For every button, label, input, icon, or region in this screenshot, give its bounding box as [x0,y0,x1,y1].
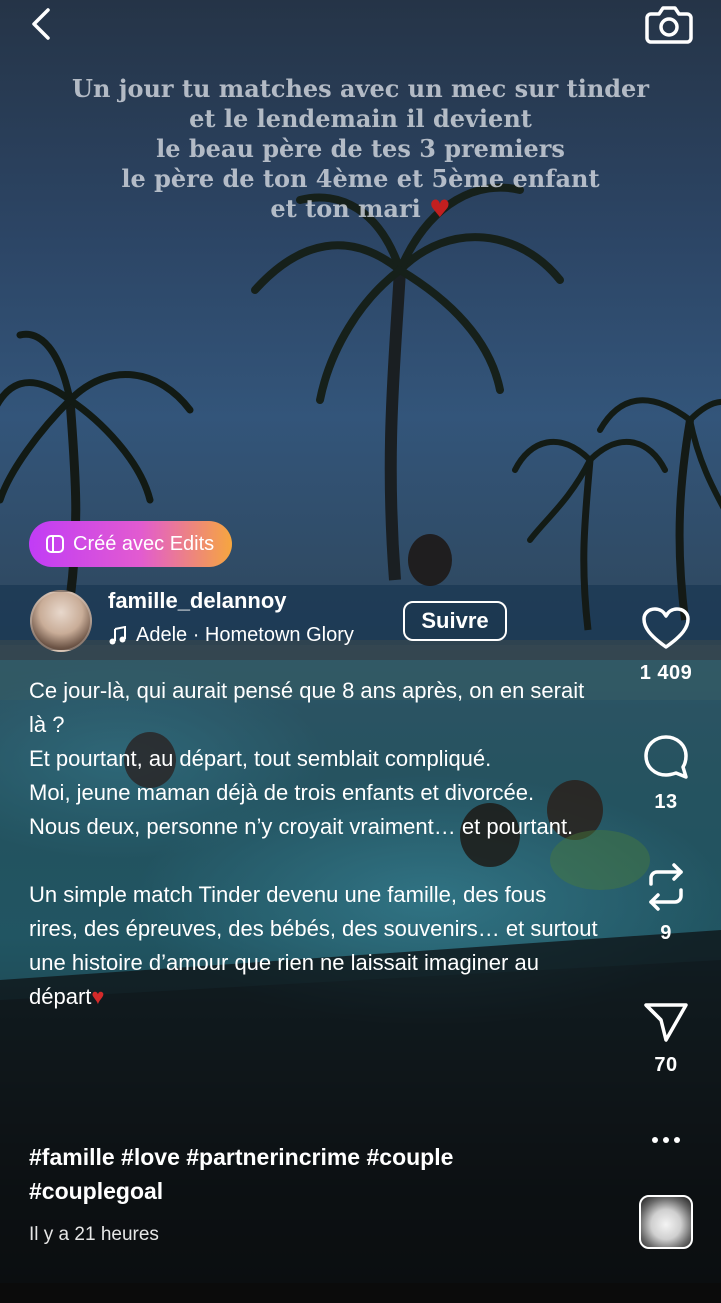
more-options-button[interactable] [645,1126,687,1154]
comment-action[interactable]: 13 [630,733,702,814]
share-action[interactable]: 70 [630,1000,702,1077]
comment-icon [644,735,688,779]
reel-screen: Un jour tu matches avec un mec sur tinde… [0,0,721,1303]
camera-icon [645,6,693,44]
camera-button[interactable] [643,0,695,46]
caption-line: Ce jour-là, qui aurait pensé que 8 ans a… [29,678,585,737]
caption-line-with-emoji: Un simple match Tinder devenu une famill… [29,878,599,1014]
overlay-line: le beau père de tes 3 premiers [156,134,565,163]
overlay-line: le père de ton 4ème et 5ème enfant [121,164,600,193]
edits-badge-label: Créé avec Edits [73,532,215,555]
heart-emoji: ♥ [420,194,451,223]
author-avatar[interactable] [30,590,92,652]
back-icon [32,8,50,40]
caption-line: Un simple match Tinder devenu une famill… [29,882,598,1009]
send-icon [644,1003,688,1042]
more-icon-dot [663,1137,669,1143]
overlay-line-last: et ton mari ♥ [40,194,681,224]
music-note-icon [109,625,126,644]
overlay-line: Un jour tu matches avec un mec sur tinde… [72,74,649,103]
post-timestamp: Il y a 21 heures [29,1224,159,1245]
caption-line: Et pourtant, au départ, tout semblait co… [29,746,492,771]
original-audio-thumbnail[interactable] [639,1195,693,1249]
caption[interactable]: Ce jour-là, qui aurait pensé que 8 ans a… [29,674,599,1014]
repost-count: 9 [660,922,672,944]
created-with-edits-badge[interactable]: Créé avec Edits [29,521,233,567]
overlay-line: et le lendemain il devient [189,104,532,133]
caption-line: Moi, jeune maman déjà de trois enfants e… [29,780,535,805]
video-text-overlay: Un jour tu matches avec un mec sur tinde… [40,74,681,224]
repost-action[interactable]: 9 [630,862,702,945]
edits-icon [46,535,64,553]
music-info[interactable]: Adele · Hometown Glory [108,624,354,647]
heart-emoji: ♥ [91,984,105,1009]
like-action[interactable]: 1 409 [630,606,702,685]
more-icon [652,1137,658,1143]
like-count: 1 409 [639,662,693,684]
more-icon-dot [674,1137,680,1143]
overlay-line: et ton mari [270,194,421,223]
bottom-bar [0,1283,721,1303]
share-count: 70 [654,1054,678,1076]
music-label: Adele · Hometown Glory [136,624,354,646]
author-username[interactable]: famille_delannoy [108,588,287,614]
follow-button[interactable]: Suivre [403,601,507,641]
comment-count: 13 [654,791,678,813]
caption-line: Nous deux, personne n’y croyait vraiment… [29,814,574,839]
caption-hashtags[interactable]: #famille #love #partnerincrime #couple #… [29,1140,589,1208]
heart-icon [642,607,690,649]
repost-icon [649,863,683,911]
back-button[interactable] [22,4,62,44]
